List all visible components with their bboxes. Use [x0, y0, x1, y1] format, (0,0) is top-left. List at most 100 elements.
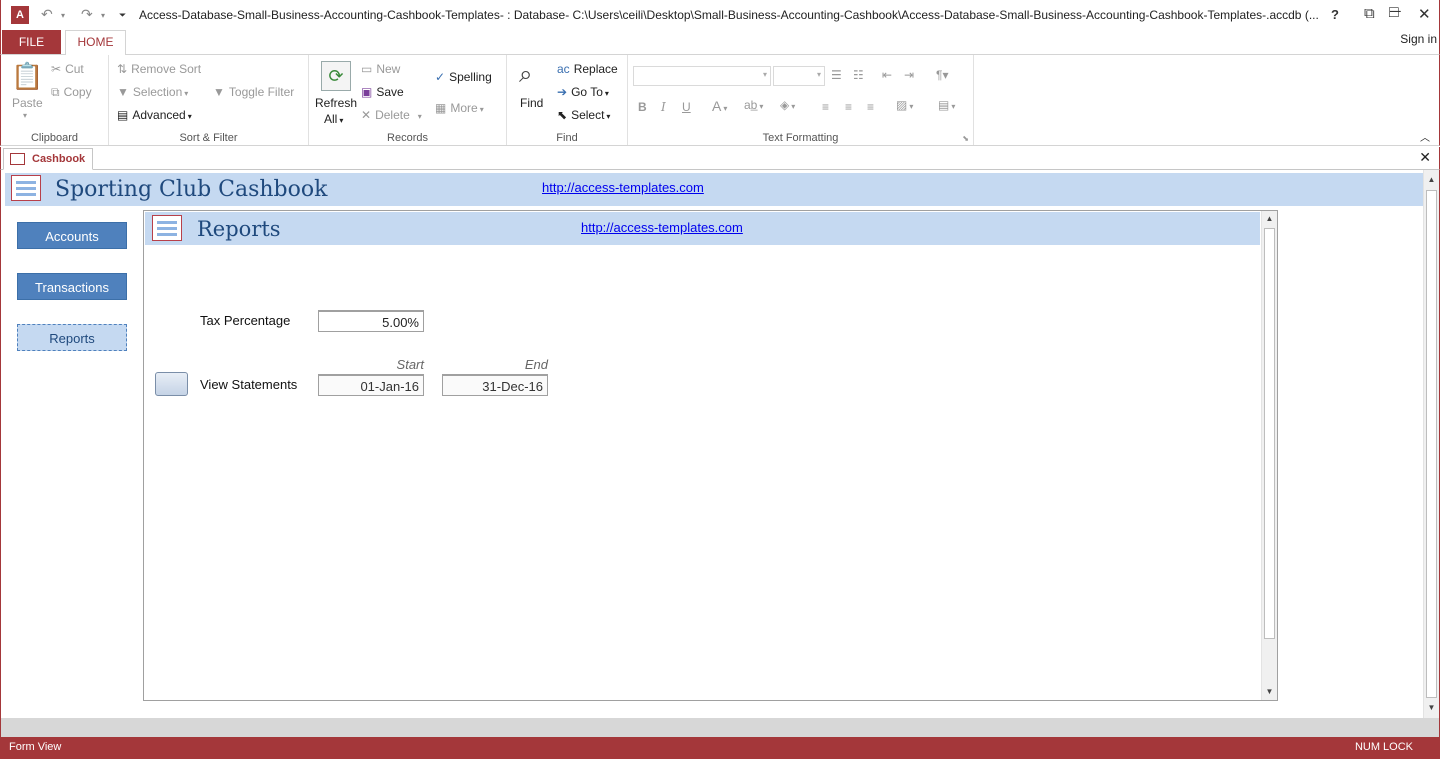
bold-icon[interactable]: B: [638, 100, 647, 114]
redo-icon[interactable]: ↷: [81, 6, 93, 23]
collapse-ribbon-icon[interactable]: ︿: [1420, 129, 1430, 144]
tab-home[interactable]: HOME: [65, 30, 126, 55]
bullets-icon[interactable]: ☰: [831, 68, 842, 82]
nav-button-accounts[interactable]: Accounts: [17, 222, 127, 249]
view-statements-label: View Statements: [200, 377, 298, 392]
go-to-button[interactable]: ➔ Go To ▾: [557, 85, 609, 99]
records-group: ⟳ Refresh All ▾ ▭ New ▣ Save ✕ Delete ▾ ✓ Spel…: [309, 55, 507, 145]
form-scrollbar[interactable]: ▲ ▼: [1423, 170, 1439, 718]
font-name-combo[interactable]: ▾: [633, 66, 771, 86]
replace-label: Replace: [573, 62, 618, 76]
paste-button[interactable]: Paste: [12, 96, 43, 110]
subform-scrollbar[interactable]: ▲ ▼: [1261, 211, 1277, 700]
tab-file[interactable]: FILE: [2, 30, 61, 54]
copy-icon: ⧉: [51, 85, 60, 99]
tax-percentage-field[interactable]: 5.00%: [318, 310, 424, 332]
scrollbar-thumb[interactable]: [1426, 190, 1437, 698]
close-document-button[interactable]: ✕: [1419, 149, 1431, 166]
cut-button[interactable]: ✂ Cut: [51, 62, 84, 76]
undo-icon[interactable]: ↶: [41, 6, 53, 23]
numbering-icon[interactable]: ☷: [853, 68, 864, 82]
align-left-icon[interactable]: ≡: [822, 100, 829, 114]
form-icon: [10, 153, 25, 165]
close-button[interactable]: ✕: [1418, 5, 1431, 23]
ribbon-display-options-icon[interactable]: ⧉: [1364, 5, 1375, 22]
fill-color-icon[interactable]: ◈ ▾: [780, 98, 795, 112]
start-date-field[interactable]: 01-Jan-16: [318, 374, 424, 396]
maximize-button[interactable]: □: [1389, 4, 1399, 22]
header-website-link[interactable]: http://access-templates.com: [542, 180, 704, 195]
highlight-icon[interactable]: ab̲ ▾: [744, 98, 763, 112]
nav-button-reports[interactable]: Reports: [17, 324, 127, 351]
underline-icon[interactable]: U: [682, 100, 691, 114]
toggle-filter-button[interactable]: ▼ Toggle Filter: [213, 85, 294, 99]
help-button[interactable]: ?: [1331, 7, 1339, 22]
more-icon: ▦: [435, 101, 447, 115]
start-caption: Start: [396, 357, 424, 372]
toggle-filter-label: Toggle Filter: [228, 85, 295, 99]
italic-icon[interactable]: I: [661, 100, 666, 114]
redo-dropdown-icon[interactable]: ▾: [101, 11, 105, 20]
sort-filter-group: ⇅ Remove Sort ▼ Selection ▾ ▤ Advanced ▾ ▼ Tog…: [109, 55, 309, 145]
cut-label: Cut: [65, 62, 84, 76]
new-record-button[interactable]: ▭ New: [361, 62, 400, 76]
scroll-up-icon[interactable]: ▲: [1424, 172, 1439, 188]
delete-dropdown-icon: ▾: [417, 112, 422, 121]
alternate-row-color-icon[interactable]: ▤ ▾: [938, 98, 955, 112]
tab-cashbook-label: Cashbook: [32, 153, 86, 165]
horizontal-scroll-area: [0, 718, 1440, 737]
paste-dropdown-icon[interactable]: ▾: [23, 111, 27, 120]
scroll-down-icon[interactable]: ▼: [1424, 700, 1439, 716]
sign-in-link[interactable]: Sign in: [1400, 32, 1437, 46]
decrease-indent-icon[interactable]: ⇤: [882, 68, 892, 82]
go-to-dropdown-icon: ▾: [604, 89, 609, 98]
customize-qat-icon[interactable]: ⏷: [119, 10, 126, 21]
scroll-up-icon[interactable]: ▲: [1262, 211, 1277, 227]
view-mode-status: Form View: [9, 741, 62, 753]
reports-website-link[interactable]: http://access-templates.com: [581, 220, 743, 235]
advanced-button[interactable]: ▤ Advanced ▾: [117, 108, 192, 122]
refresh-all-button[interactable]: All ▾: [324, 112, 343, 126]
text-formatting-group: ▾ ▾ ☰ ☷ ⇤ ⇥ ¶▾ B I U A ▾ ab̲ ▾ ◈ ▾ ≡ ≡ ≡ ▨ ▾…: [628, 55, 974, 145]
copy-button[interactable]: ⧉ Copy: [51, 85, 92, 100]
dialog-launcher-icon[interactable]: ⬊: [962, 134, 969, 143]
spelling-button[interactable]: ✓ Spelling: [435, 70, 492, 84]
new-label: New: [376, 62, 401, 76]
find-group: ⌕ Find ac Replace ➔ Go To ▾ ⬉ Select ▾ Find: [507, 55, 628, 145]
paragraph-direction-icon[interactable]: ¶▾: [936, 68, 948, 82]
nav-button-transactions[interactable]: Transactions: [17, 273, 127, 300]
font-size-combo[interactable]: ▾: [773, 66, 825, 86]
remove-sort-button[interactable]: ⇅ Remove Sort: [117, 62, 201, 76]
save-button[interactable]: ▣ Save: [361, 85, 404, 99]
remove-sort-icon: ⇅: [117, 62, 128, 76]
reports-subform: Reports http://access-templates.com Tax …: [143, 210, 1278, 701]
undo-dropdown-icon[interactable]: ▾: [61, 11, 65, 20]
spelling-icon: ✓: [435, 70, 446, 84]
select-button[interactable]: ⬉ Select ▾: [557, 108, 610, 122]
delete-button[interactable]: ✕ Delete ▾: [361, 108, 422, 122]
scrollbar-thumb[interactable]: [1264, 228, 1275, 639]
increase-indent-icon[interactable]: ⇥: [904, 68, 914, 82]
sort-filter-group-label: Sort & Filter: [179, 132, 238, 144]
tab-cashbook[interactable]: Cashbook: [3, 148, 93, 170]
copy-label: Copy: [63, 85, 92, 99]
view-statements-button[interactable]: [155, 372, 188, 396]
font-color-icon[interactable]: A ▾: [712, 98, 727, 114]
new-record-icon: ▭: [361, 62, 373, 76]
align-right-icon[interactable]: ≡: [867, 100, 874, 114]
align-center-icon[interactable]: ≡: [845, 100, 852, 114]
gridlines-icon[interactable]: ▨ ▾: [896, 98, 913, 112]
replace-button[interactable]: ac Replace: [557, 62, 618, 76]
cashbook-form: Sporting Club Cashbook http://access-tem…: [0, 170, 1440, 718]
selection-button[interactable]: ▼ Selection ▾: [117, 85, 188, 99]
find-button[interactable]: Find: [520, 96, 543, 110]
refresh-button[interactable]: Refresh: [315, 96, 357, 110]
end-date-field[interactable]: 31-Dec-16: [442, 374, 548, 396]
select-label: Select: [571, 108, 605, 122]
reports-header: Reports http://access-templates.com: [145, 212, 1260, 245]
status-bar: Form View NUM LOCK: [0, 737, 1440, 759]
advanced-filter-icon: ▤: [117, 108, 129, 122]
more-button[interactable]: ▦ More ▾: [435, 101, 484, 115]
scroll-down-icon[interactable]: ▼: [1262, 684, 1277, 700]
access-app-icon[interactable]: A: [11, 6, 29, 24]
